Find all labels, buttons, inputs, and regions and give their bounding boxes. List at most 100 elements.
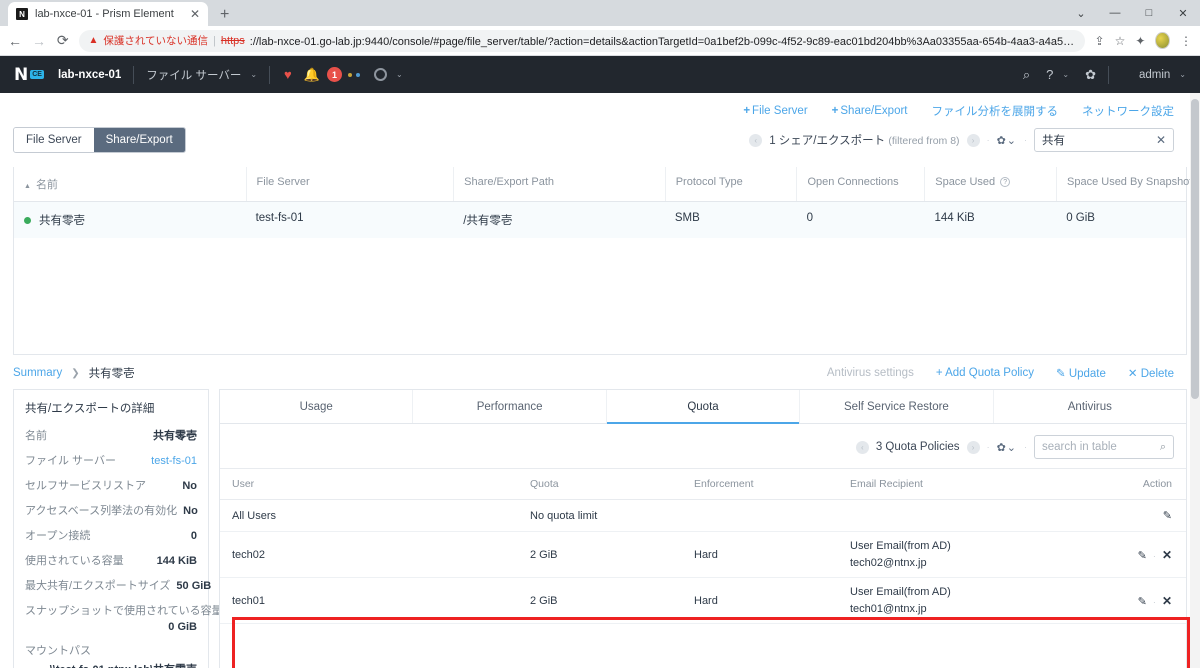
health-heart-icon[interactable]: ♥ [284,67,292,82]
column-header-path[interactable]: Share/Export Path [453,167,665,201]
help-chevron-icon[interactable]: ⌄ [1062,70,1069,79]
table-row[interactable]: tech02 2 GiB Hard User Email(from AD) te… [220,532,1186,578]
cluster-name[interactable]: lab-nxce-01 [58,69,121,81]
share-count-label: 1 シェア/エクスポート (filtered from 8) [769,132,959,148]
user-chevron-icon[interactable]: ⌄ [1179,70,1186,79]
browser-tab-strip: N lab-nxce-01 - Prism Element ✕ + ⌄ — □ … [0,0,1200,26]
cell-actions: ✎ · ✕ [1088,586,1186,616]
cell-email-recipient: User Email(from AD) tech02@ntnx.jp [840,532,1088,577]
info-icon[interactable]: ? [1000,177,1011,188]
share-icon[interactable]: ⇪ [1095,34,1105,48]
table-row[interactable]: tech01 2 GiB Hard User Email(from AD) te… [220,578,1186,624]
cell-actions: ✎ · ✕ [1088,540,1186,570]
tasks-circle-icon[interactable] [373,68,387,81]
tab-file-server[interactable]: File Server [14,128,94,152]
table-row[interactable]: 共有零壱 test-fs-01 /共有零壱 SMB 0 144 KiB 0 Gi… [14,202,1186,238]
extensions-icon[interactable]: ✦ [1135,34,1145,48]
delete-icon[interactable]: ✕ [1162,548,1172,562]
column-header-space-used-snapshots[interactable]: Space Used By Snapshots [1056,167,1198,201]
detail-value-link[interactable]: test-fs-01 [151,455,197,467]
app-selector-label[interactable]: ファイル サーバー [146,67,241,83]
close-window-button[interactable]: ✕ [1166,0,1200,26]
detail-value: 144 KiB [156,555,197,567]
quota-dot-separator: · [986,442,990,452]
user-menu-label[interactable]: admin [1139,69,1170,81]
quota-search-input[interactable]: search in table ⌕ [1034,435,1174,459]
prev-page-icon[interactable]: ‹ [749,133,763,147]
update-button[interactable]: ✎ Update [1056,366,1106,380]
gear-icon[interactable]: ✿ [1085,67,1096,83]
bookmark-star-icon[interactable]: ☆ [1115,34,1126,48]
column-header-protocol[interactable]: Protocol Type [664,167,797,201]
prev-page-icon[interactable]: ‹ [855,440,869,454]
maximize-button[interactable]: □ [1132,0,1166,26]
new-tab-button[interactable]: + [220,6,229,24]
deploy-file-analytics-link[interactable]: ファイル分析を展開する [932,103,1059,119]
chevron-down-icon[interactable]: ⌄ [1064,0,1098,26]
back-icon[interactable]: ← [8,33,22,49]
clear-search-icon[interactable]: ✕ [1156,133,1166,147]
next-page-icon[interactable]: › [966,440,980,454]
quota-settings-gear-icon[interactable]: ✿⌄ [997,441,1017,454]
gear-glyph: ✿ [996,134,1007,147]
detail-value: \\test-fs-01.ntnx.lab\共有零壱 [25,661,197,668]
column-header-user: User [232,478,255,490]
forward-icon[interactable]: → [32,33,46,49]
column-header-file-server[interactable]: File Server [245,167,454,201]
email-source-label: User Email(from AD) [850,540,951,552]
share-name[interactable]: 共有零壱 [39,215,85,227]
column-header-open-connections[interactable]: Open Connections [796,167,924,201]
page-action-links: + File Server + Share/Export ファイル分析を展開する ネ… [0,93,1200,119]
delete-button[interactable]: ✕ Delete [1128,366,1174,380]
delete-icon[interactable]: ✕ [1162,594,1172,608]
address-bar[interactable]: ▲ 保護されていない通信 | https ://lab-nxce-01.go-l… [79,29,1085,52]
table-settings-gear-icon[interactable]: ✿⌄ [997,134,1017,147]
help-icon[interactable]: ? [1046,67,1053,82]
table-row[interactable]: All Users No quota limit ✎ [220,500,1186,532]
page-scrollbar-track[interactable] [1190,93,1200,668]
close-icon[interactable]: ✕ [190,7,200,21]
alert-bell-icon[interactable]: 🔔 [304,67,320,83]
tasks-chevron-icon[interactable]: ⌄ [396,70,403,79]
tab-performance[interactable]: Performance [412,390,605,423]
tab-self-service-restore[interactable]: Self Service Restore [799,390,992,423]
column-header-name[interactable]: ▲ 名前 [14,167,246,201]
avatar[interactable] [1155,32,1170,49]
next-page-icon[interactable]: › [966,133,980,147]
edit-icon[interactable]: ✎ [1138,550,1147,562]
page-scrollbar-thumb[interactable] [1191,99,1199,399]
browser-menu-icon[interactable]: ⋮ [1180,34,1192,48]
share-search-value: 共有 [1042,135,1065,147]
reload-icon[interactable]: ⟳ [56,32,69,49]
edit-icon[interactable]: ✎ [1163,510,1172,522]
tab-usage[interactable]: Usage [220,390,412,423]
browser-tab[interactable]: N lab-nxce-01 - Prism Element ✕ [8,2,208,26]
share-search-input[interactable]: 共有 ✕ [1034,128,1174,152]
plus-icon: + [935,367,943,379]
detail-tabs: Usage Performance Quota Self Service Res… [220,390,1186,424]
edit-icon[interactable]: ✎ [1138,596,1147,608]
prism-header: N CE lab-nxce-01 ファイル サーバー ⌄ ♥ 🔔 1 ⌄ ⌕ ?… [0,56,1200,93]
pencil-icon: ✎ [1055,368,1066,380]
tab-share-export[interactable]: Share/Export [93,128,185,152]
detail-key: 最大共有/エクスポートサイズ [25,580,171,592]
search-icon[interactable]: ⌕ [1160,441,1166,454]
add-share-export-link[interactable]: + Share/Export [832,105,908,117]
chevron-down-icon[interactable]: ⌄ [250,70,257,79]
detail-value: 50 GiB [176,580,212,592]
minimize-button[interactable]: — [1098,0,1132,26]
shares-table-header: ▲ 名前 File Server Share/Export Path Protoc… [14,167,1198,202]
header-divider-2 [269,65,271,84]
alert-count-badge[interactable]: 1 [326,67,342,82]
quota-count-label: 3 Quota Policies [875,441,960,453]
search-icon[interactable]: ⌕ [1023,67,1030,83]
column-header-space-used[interactable]: Space Used? [924,167,1056,201]
breadcrumb-summary[interactable]: Summary [13,367,62,379]
add-quota-policy-button[interactable]: + Add Quota Policy [936,367,1034,379]
tab-quota[interactable]: Quota [605,390,800,424]
tab-antivirus[interactable]: Antivirus [992,390,1186,423]
add-share-export-label: Share/Export [840,105,908,117]
nutanix-logo[interactable]: N CE [14,65,44,85]
network-config-link[interactable]: ネットワーク設定 [1082,103,1174,119]
add-file-server-link[interactable]: + File Server [743,105,807,117]
